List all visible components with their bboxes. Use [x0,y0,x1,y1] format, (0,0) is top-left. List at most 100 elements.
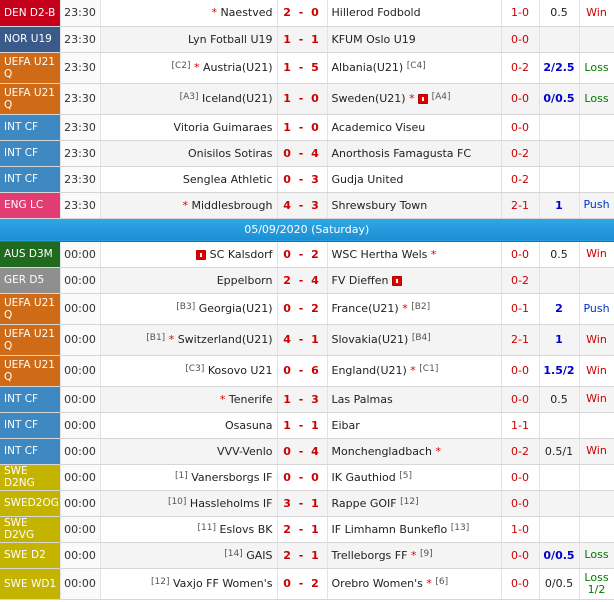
away-team-cell[interactable]: Gudja United [327,166,502,193]
score[interactable]: 4 - 1 [277,324,328,356]
match-row[interactable]: INT CF 00:00 VVV-Venlo 0 - 4 Monchengladbach… [0,438,614,465]
home-team-cell[interactable]: Eppelborn [100,267,278,294]
away-team-cell[interactable]: Eibar [327,412,502,439]
match-row[interactable]: INT CF 23:30 Senglea Athletic 0 - 3 Gudja Un… [0,166,614,193]
home-team-cell[interactable]: Onisilos Sotiras [100,140,278,167]
score[interactable]: 1 - 3 [277,386,328,413]
score[interactable]: 2 - 1 [277,516,328,543]
score[interactable]: 1 - 1 [277,412,328,439]
away-team-cell[interactable]: England(U21) * [C1] [327,355,502,387]
league-cell[interactable]: SWED2OG [0,490,61,517]
score[interactable]: 1 - 0 [277,114,328,141]
match-row[interactable]: UEFA U21 Q 00:00 [B3] Georgia(U21) 0 - 2 Fra… [0,293,614,325]
score[interactable]: 0 - 3 [277,166,328,193]
match-row[interactable]: ENG LC 23:30 * Middlesbrough 4 - 3 Shrewsbur… [0,192,614,219]
away-team-cell[interactable]: IK Gauthiod [5] [327,464,502,491]
home-team-cell[interactable]: * Naestved [100,0,278,27]
league-cell[interactable]: UEFA U21 Q [0,324,61,356]
league-cell[interactable]: AUS D3M [0,241,61,268]
home-team-cell[interactable]: * Middlesbrough [100,192,278,219]
score[interactable]: 0 - 4 [277,140,328,167]
away-team-cell[interactable]: Shrewsbury Town [327,192,502,219]
away-team-cell[interactable]: Albania(U21) [C4] [327,52,502,84]
home-team-cell[interactable]: Senglea Athletic [100,166,278,193]
away-team-cell[interactable]: Academico Viseu [327,114,502,141]
league-cell[interactable]: INT CF [0,412,61,439]
away-team-cell[interactable]: Las Palmas [327,386,502,413]
home-team-cell[interactable]: [B1] * Switzerland(U21) [100,324,278,356]
away-team-cell[interactable]: Anorthosis Famagusta FC [327,140,502,167]
score[interactable]: 3 - 1 [277,490,328,517]
match-row[interactable]: AUS D3M 00:00 SC Kalsdorf 0 - 2 WSC Hertha … [0,241,614,268]
home-team-cell[interactable]: * Tenerife [100,386,278,413]
league-cell[interactable]: INT CF [0,140,61,167]
home-team-cell[interactable]: [C2] * Austria(U21) [100,52,278,84]
league-cell[interactable]: SWE D2VG [0,516,61,543]
home-team-cell[interactable]: [12] Vaxjo FF Women's [100,568,278,600]
score[interactable]: 2 - 0 [277,0,328,27]
home-team-cell[interactable]: SC Kalsdorf [100,241,278,268]
score[interactable]: 4 - 3 [277,192,328,219]
away-team-cell[interactable]: WSC Hertha Wels * [327,241,502,268]
away-team-cell[interactable]: Rappe GOIF [12] [327,490,502,517]
away-team-cell[interactable]: IF Limhamn Bunkeflo [13] [327,516,502,543]
home-team-cell[interactable]: Osasuna [100,412,278,439]
match-row[interactable]: SWE D2NG 00:00 [1] Vanersborgs IF 0 - 0 IK G… [0,464,614,491]
league-cell[interactable]: INT CF [0,114,61,141]
match-row[interactable]: SWE D2VG 00:00 [11] Eslovs BK 2 - 1 IF Limha… [0,516,614,543]
league-cell[interactable]: SWE WD1 [0,568,61,600]
score[interactable]: 0 - 2 [277,568,328,600]
league-cell[interactable]: SWE D2 [0,542,61,569]
away-team-cell[interactable]: Orebro Women's * [6] [327,568,502,600]
home-team-cell[interactable]: [1] Vanersborgs IF [100,464,278,491]
score[interactable]: 1 - 1 [277,26,328,53]
match-row[interactable]: UEFA U21 Q 00:00 [C3] Kosovo U21 0 - 6 Engla… [0,355,614,387]
home-team-cell[interactable]: [10] Hassleholms IF [100,490,278,517]
home-team-cell[interactable]: [A3] Iceland(U21) [100,83,278,115]
match-row[interactable]: UEFA U21 Q 23:30 [A3] Iceland(U21) 1 - 0 Swe… [0,83,614,115]
league-cell[interactable]: UEFA U21 Q [0,83,61,115]
home-team-cell[interactable]: Vitoria Guimaraes [100,114,278,141]
match-row[interactable]: SWE D2 00:00 [14] GAIS 2 - 1 Trelleborgs FF … [0,542,614,569]
match-row[interactable]: SWED2OG 00:00 [10] Hassleholms IF 3 - 1 Rapp… [0,490,614,517]
home-team-cell[interactable]: VVV-Venlo [100,438,278,465]
home-team-cell[interactable]: [B3] Georgia(U21) [100,293,278,325]
away-team-cell[interactable]: Hillerod Fodbold [327,0,502,27]
league-cell[interactable]: INT CF [0,438,61,465]
home-team-cell[interactable]: Lyn Fotball U19 [100,26,278,53]
match-row[interactable]: INT CF 00:00 Osasuna 1 - 1 Eibar 1-1 [0,412,614,439]
match-row[interactable]: SWE WD1 00:00 [12] Vaxjo FF Women's 0 - 2 Or… [0,568,614,600]
away-team-cell[interactable]: Trelleborgs FF * [9] [327,542,502,569]
score[interactable]: 1 - 0 [277,83,328,115]
score[interactable]: 0 - 2 [277,241,328,268]
match-row[interactable]: DEN D2-B 23:30 * Naestved 2 - 0 Hillerod Fod… [0,0,614,27]
match-row[interactable]: INT CF 00:00 * Tenerife 1 - 3 Las Palmas 0-0 0… [0,386,614,413]
match-row[interactable]: UEFA U21 Q 23:30 [C2] * Austria(U21) 1 - 5A… [0,52,614,84]
league-cell[interactable]: SWE D2NG [0,464,61,491]
league-cell[interactable]: DEN D2-B [0,0,61,27]
home-team-cell[interactable]: [11] Eslovs BK [100,516,278,543]
match-row[interactable]: INT CF 23:30 Onisilos Sotiras 0 - 4 Anorthos… [0,140,614,167]
league-cell[interactable]: GER D5 [0,267,61,294]
away-team-cell[interactable]: Slovakia(U21) [B4] [327,324,502,356]
score[interactable]: 1 - 5 [277,52,328,84]
match-row[interactable]: NOR U19 23:30 Lyn Fotball U19 1 - 1 KFUM Osl… [0,26,614,53]
match-row[interactable]: GER D5 00:00 Eppelborn 2 - 4 FV Dieffen 0-2 [0,267,614,294]
away-team-cell[interactable]: FV Dieffen [327,267,502,294]
score[interactable]: 0 - 0 [277,464,328,491]
match-row[interactable]: UEFA U21 Q 00:00 [B1] * Switzerland(U21) 4 … [0,324,614,356]
away-team-cell[interactable]: KFUM Oslo U19 [327,26,502,53]
league-cell[interactable]: INT CF [0,166,61,193]
league-cell[interactable]: UEFA U21 Q [0,355,61,387]
league-cell[interactable]: NOR U19 [0,26,61,53]
match-row[interactable]: INT CF 23:30 Vitoria Guimaraes 1 - 0 Academi… [0,114,614,141]
score[interactable]: 0 - 6 [277,355,328,387]
score[interactable]: 0 - 2 [277,293,328,325]
score[interactable]: 2 - 1 [277,542,328,569]
home-team-cell[interactable]: [C3] Kosovo U21 [100,355,278,387]
away-team-cell[interactable]: Monchengladbach * [327,438,502,465]
league-cell[interactable]: ENG LC [0,192,61,219]
league-cell[interactable]: UEFA U21 Q [0,293,61,325]
league-cell[interactable]: UEFA U21 Q [0,52,61,84]
score[interactable]: 0 - 4 [277,438,328,465]
